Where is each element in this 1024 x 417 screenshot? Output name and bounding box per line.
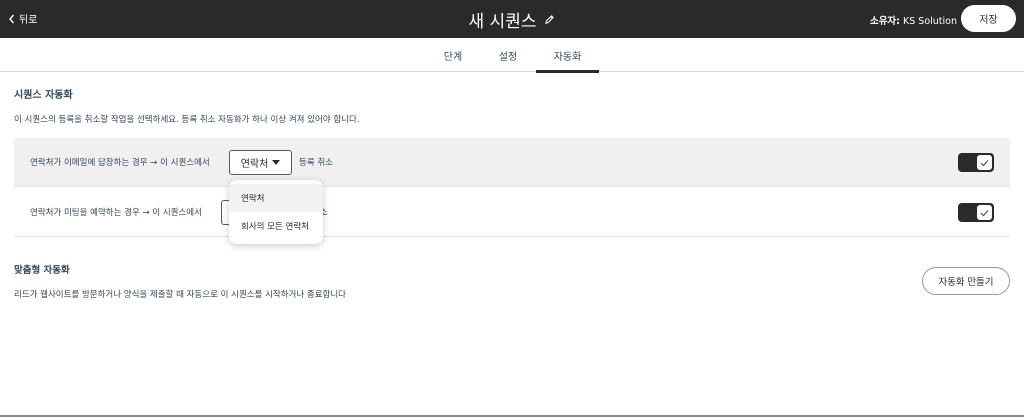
dropdown-menu: 연락처 회사의 모든 연락처	[229, 180, 323, 244]
owner-info: 소유자: KS Solution	[870, 13, 957, 27]
owner-name: KS Solution	[903, 16, 957, 27]
tab-automation[interactable]: 자동화	[536, 38, 599, 73]
sequence-automation-heading: 시퀀스 자동화	[14, 90, 73, 101]
sequence-title: 새 시퀀스	[468, 12, 537, 32]
save-button[interactable]: 저장	[961, 5, 1016, 32]
custom-automation-description: 리드가 웹사이트를 방문하거나 양식을 제출할 때 자동으로 이 시퀀스를 시작…	[14, 290, 347, 300]
tab-settings[interactable]: 설정	[483, 38, 533, 72]
check-icon	[977, 205, 992, 220]
menu-option-all-company-contacts[interactable]: 회사의 모든 연락처	[229, 212, 323, 240]
back-label: 뒤로	[19, 15, 38, 26]
automation-row-meeting-booked: 연락처가 미팅을 예약하는 경우 → 이 시퀀스에서 소	[14, 188, 1010, 237]
toggle-email-reply[interactable]	[958, 153, 994, 172]
toggle-meeting-booked[interactable]	[958, 203, 994, 222]
caret-down-icon	[272, 160, 281, 165]
top-bar: 뒤로 새 시퀀스 소유자: KS Solution 저장	[0, 0, 1024, 38]
tab-bar: 단계 설정 자동화	[0, 38, 1024, 73]
check-icon	[977, 155, 992, 170]
back-button[interactable]: 뒤로	[8, 11, 37, 26]
tab-steps[interactable]: 단계	[428, 38, 478, 72]
owner-label: 소유자:	[869, 16, 900, 27]
create-automation-button[interactable]: 자동화 만들기	[922, 267, 1010, 295]
custom-automation-heading: 맞춤형 자동화	[14, 265, 70, 276]
menu-option-contact[interactable]: 연락처	[229, 184, 323, 212]
row-condition-text: 연락처가 이메일에 답장하는 경우 → 이 시퀀스에서	[30, 158, 210, 168]
row-action-text: 등록 취소	[299, 158, 333, 168]
automation-row-email-reply: 연락처가 이메일에 답장하는 경우 → 이 시퀀스에서 연락처 등록 취소	[14, 138, 1010, 187]
chevron-left-icon	[9, 14, 15, 23]
dropdown-value: 연락처	[240, 159, 269, 170]
pencil-icon[interactable]	[544, 10, 555, 29]
sequence-automation-description: 이 시퀀스의 등록을 취소할 작업을 선택하세요. 등록 취소 자동화가 하나 …	[14, 115, 360, 125]
unenroll-target-dropdown[interactable]: 연락처	[229, 150, 292, 175]
row-condition-text: 연락처가 미팅을 예약하는 경우 → 이 시퀀스에서	[30, 208, 202, 218]
